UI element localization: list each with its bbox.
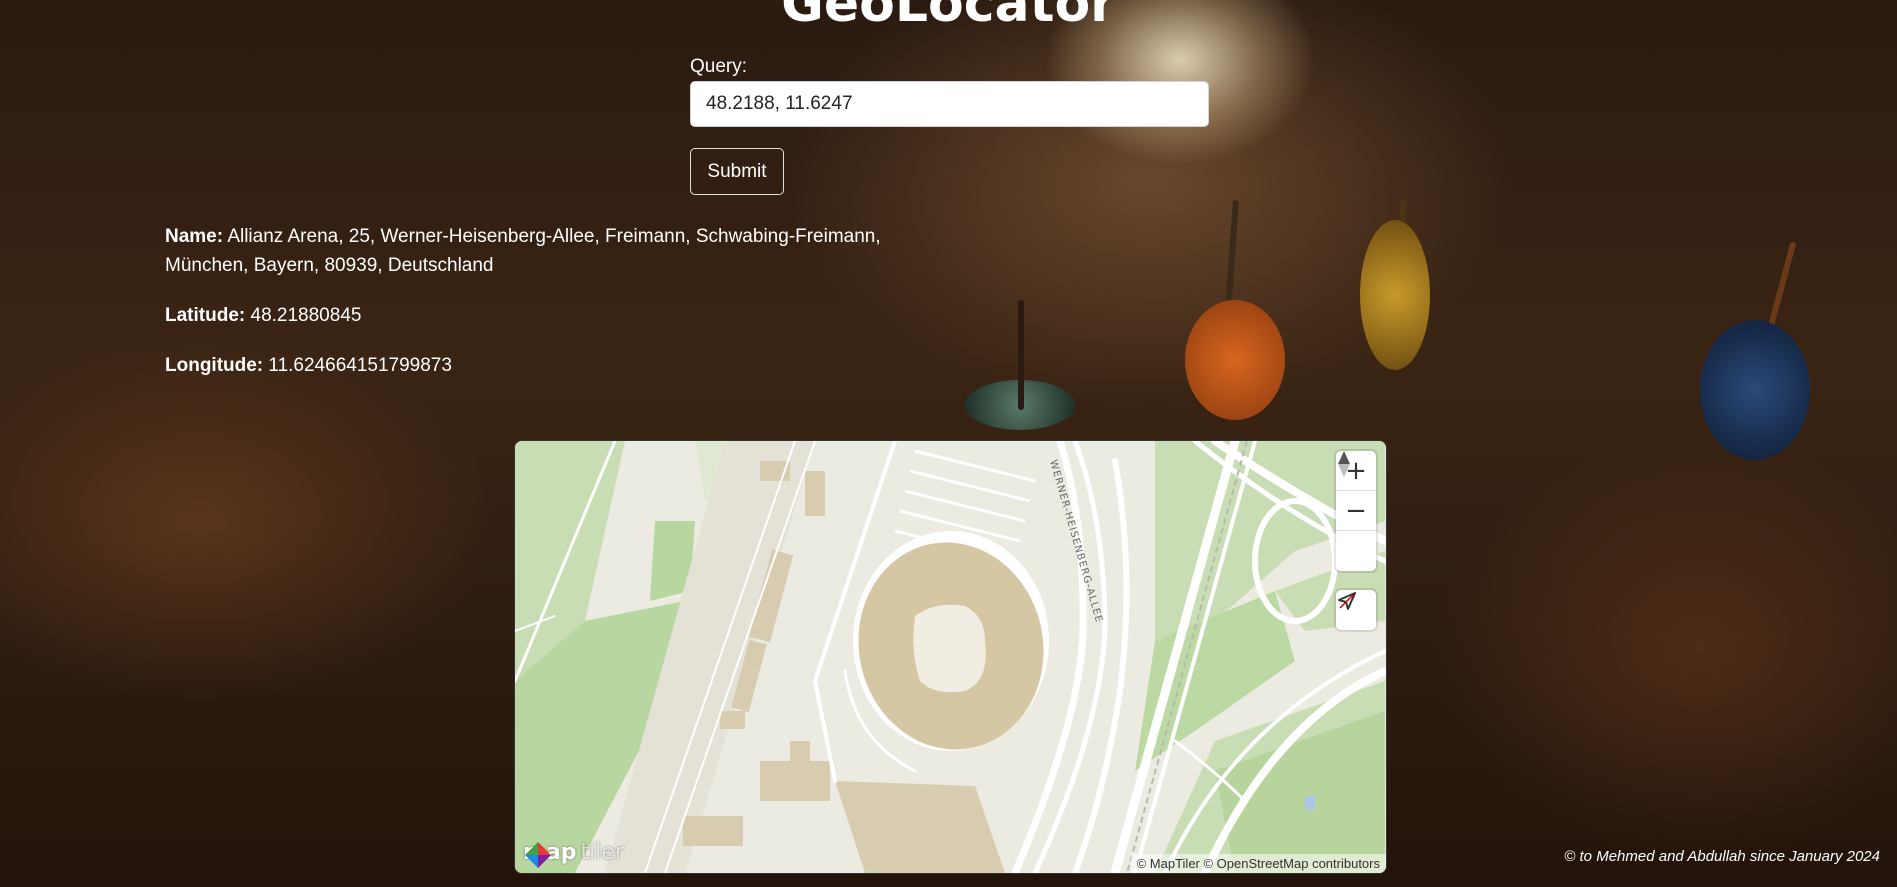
submit-button[interactable]: Submit: [690, 148, 784, 195]
maptiler-logo-text-secondary: tiler: [580, 840, 624, 865]
street-label: WERNER-HEISENBERG-ALLEE: [1047, 459, 1104, 624]
longitude-label: Longitude:: [165, 355, 264, 376]
stadium-field: [913, 604, 986, 693]
location-arrow-icon: [1338, 592, 1356, 610]
maptiler-logo[interactable]: map tiler: [523, 840, 624, 868]
result-name: Name: Allianz Arena, 25, Werner-Heisenbe…: [165, 222, 955, 280]
map-canvas[interactable]: WERNER-HEISENBERG-ALLEE: [515, 441, 1386, 873]
result-longitude: Longitude: 11.624664151799873: [165, 351, 452, 380]
result-latitude: Latitude: 48.21880845: [165, 301, 361, 330]
longitude-value: 11.624664151799873: [268, 355, 452, 376]
zoom-out-button[interactable]: −: [1336, 491, 1376, 531]
map-attribution[interactable]: © MapTiler © OpenStreetMap contributors: [1130, 854, 1386, 873]
maptiler-logo-icon: [525, 842, 551, 868]
building: [760, 761, 830, 801]
compass-icon: [1338, 451, 1350, 477]
compass-button[interactable]: [1336, 451, 1376, 571]
query-label: Query:: [690, 56, 748, 77]
map-nav-control: + −: [1336, 451, 1376, 571]
latitude-value: 48.21880845: [250, 305, 362, 326]
geolocate-button[interactable]: [1336, 590, 1376, 630]
building: [835, 781, 1005, 873]
background-pin: [1185, 300, 1285, 420]
minus-icon: −: [1345, 496, 1367, 526]
map-view[interactable]: WERNER-HEISENBERG-ALLEE + − map tiler © …: [514, 440, 1387, 874]
latitude-label: Latitude:: [165, 305, 246, 326]
name-label: Name:: [165, 226, 224, 247]
water: [1305, 796, 1315, 810]
building: [805, 471, 825, 516]
background-pin: [1360, 220, 1430, 370]
background-pin: [1018, 300, 1024, 410]
name-value: Allianz Arena, 25, Werner-Heisenberg-All…: [165, 226, 881, 276]
building: [720, 711, 745, 729]
page-title: GeoLocator: [781, 0, 1116, 34]
query-input[interactable]: [690, 81, 1209, 127]
building: [683, 816, 743, 846]
background-pin: [1700, 320, 1810, 460]
footer-credit: © to Mehmed and Abdullah since January 2…: [1564, 848, 1880, 865]
